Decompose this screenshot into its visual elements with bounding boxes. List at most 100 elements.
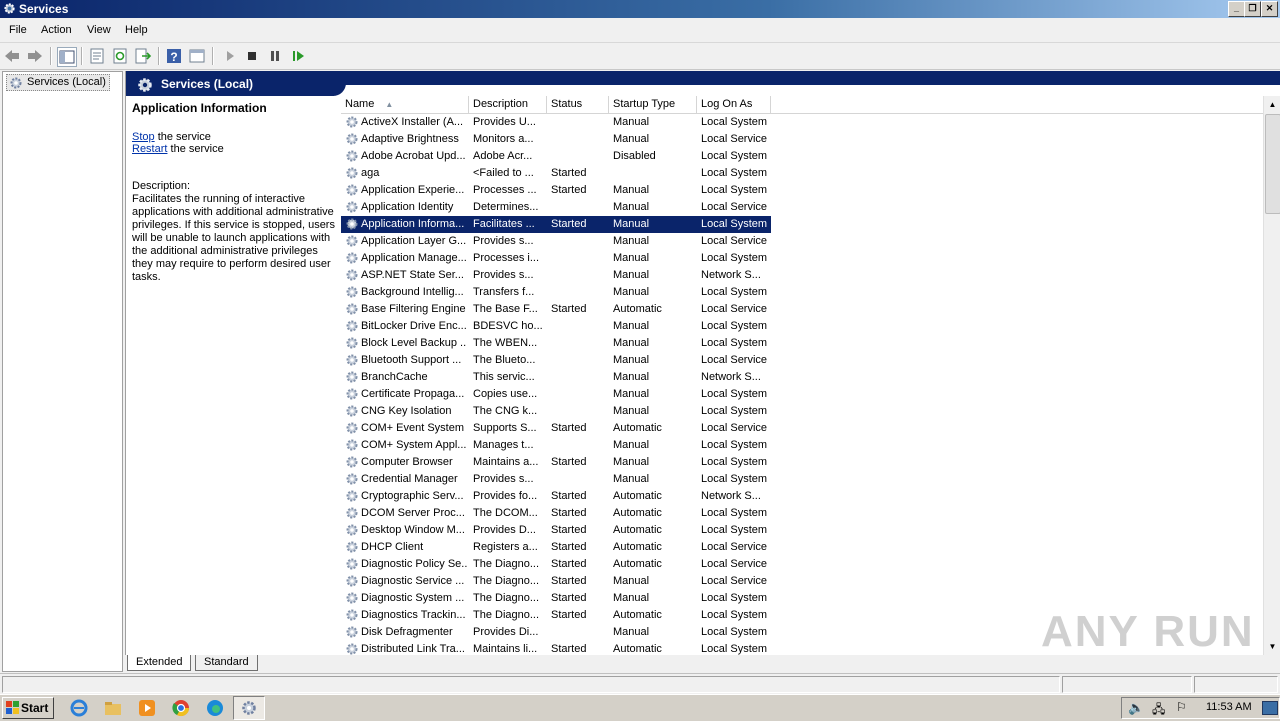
- show-hide-console-tree-icon[interactable]: [57, 47, 77, 67]
- cell-name: Disk Defragmenter: [361, 626, 453, 638]
- status-panel-2: [1062, 676, 1192, 693]
- service-gear-icon: [346, 626, 358, 638]
- service-row[interactable]: CNG Key Isolation The CNG k... Manual Local…: [341, 403, 771, 420]
- vertical-scrollbar[interactable]: ▲ ▼: [1263, 96, 1280, 655]
- restart-service-link[interactable]: Restart: [132, 143, 167, 155]
- taskbar-services-button[interactable]: [233, 696, 265, 720]
- cell-startup: Automatic: [613, 643, 662, 655]
- show-desktop-icon[interactable]: [1262, 701, 1278, 715]
- file-explorer-icon[interactable]: [104, 699, 122, 717]
- service-row[interactable]: Application Layer G... Provides s... Manua…: [341, 233, 771, 250]
- cell-name: Block Level Backup ...: [361, 337, 467, 349]
- service-row[interactable]: Disk Defragmenter Provides Di... Manual Loc…: [341, 624, 771, 641]
- start-service-icon[interactable]: [221, 47, 239, 65]
- service-row[interactable]: DHCP Client Registers a... Started Automati…: [341, 539, 771, 556]
- service-row[interactable]: Diagnostic System ... The Diagno... Starte…: [341, 590, 771, 607]
- service-row[interactable]: Background Intellig... Transfers f... Manu…: [341, 284, 771, 301]
- refresh-icon[interactable]: [111, 47, 129, 65]
- stop-service-link[interactable]: Stop: [132, 131, 155, 143]
- service-gear-icon: [346, 201, 358, 213]
- cell-desc: The Base F...: [473, 303, 538, 315]
- service-row[interactable]: Desktop Window M... Provides D... Started A…: [341, 522, 771, 539]
- service-row[interactable]: Adobe Acrobat Upd... Adobe Acr... Disabled…: [341, 148, 771, 165]
- export-list-icon[interactable]: [134, 47, 152, 65]
- show-hide-action-pane-icon[interactable]: [188, 47, 206, 65]
- column-header-log-on-as[interactable]: Log On As: [697, 96, 771, 113]
- minimize-button[interactable]: _: [1228, 1, 1245, 17]
- service-row[interactable]: Block Level Backup ... The WBEN... Manual L…: [341, 335, 771, 352]
- tree-node-services-local[interactable]: Services (Local): [6, 74, 110, 91]
- service-row[interactable]: Application Identity Determines... Manual L…: [341, 199, 771, 216]
- cell-status: Started: [551, 422, 587, 434]
- menu-view[interactable]: View: [87, 24, 111, 36]
- menu-help[interactable]: Help: [125, 24, 148, 36]
- service-row[interactable]: Bluetooth Support ... The Blueto... Manual…: [341, 352, 771, 369]
- media-player-icon[interactable]: [138, 699, 156, 717]
- service-row[interactable]: BitLocker Drive Enc... BDESVC ho... Manual…: [341, 318, 771, 335]
- service-row[interactable]: aga <Failed to ... Started Local System: [341, 165, 771, 182]
- service-row[interactable]: DCOM Server Proc... The DCOM... Started Aut…: [341, 505, 771, 522]
- cell-desc: Processes i...: [473, 252, 540, 264]
- service-row[interactable]: Distributed Link Tra... Maintains li... St…: [341, 641, 771, 655]
- start-button[interactable]: Start: [2, 697, 54, 719]
- edge-icon[interactable]: [206, 699, 224, 717]
- action-center-flag-icon[interactable]: ⚐: [1176, 700, 1187, 714]
- column-header-description[interactable]: Description: [469, 96, 547, 113]
- service-gear-icon: [346, 439, 358, 451]
- service-row[interactable]: ASP.NET State Ser... Provides s... Manual N…: [341, 267, 771, 284]
- cell-startup: Manual: [613, 337, 650, 349]
- scroll-up-arrow-icon[interactable]: ▲: [1264, 96, 1280, 113]
- forward-arrow-icon[interactable]: [26, 47, 44, 65]
- tree-node-label: Services (Local): [27, 76, 106, 88]
- pause-service-icon[interactable]: [266, 47, 284, 65]
- service-row[interactable]: Diagnostic Service ... The Diagno... Start…: [341, 573, 771, 590]
- column-header-startup-type[interactable]: Startup Type: [609, 96, 697, 113]
- column-header-status[interactable]: Status: [547, 96, 609, 113]
- service-row[interactable]: Adaptive Brightness Monitors a... Manual Lo…: [341, 131, 771, 148]
- volume-icon[interactable]: 🔈: [1128, 700, 1144, 716]
- service-row[interactable]: Diagnostic Policy Se... The Diagno... Star…: [341, 556, 771, 573]
- column-header-name[interactable]: Name ▲: [341, 96, 469, 113]
- restart-service-line: Restart the service: [132, 143, 338, 155]
- service-row[interactable]: Base Filtering Engine The Base F... Starte…: [341, 301, 771, 318]
- back-arrow-icon[interactable]: [3, 47, 21, 65]
- service-row[interactable]: Computer Browser Maintains a... Started Man…: [341, 454, 771, 471]
- scroll-down-arrow-icon[interactable]: ▼: [1264, 638, 1280, 655]
- services-list[interactable]: Name ▲ Description Status Startup Type L…: [341, 96, 1266, 655]
- menu-file[interactable]: File: [9, 24, 27, 36]
- cell-desc: The Diagno...: [473, 609, 540, 621]
- menu-action[interactable]: Action: [41, 24, 72, 36]
- cell-startup: Automatic: [613, 490, 662, 502]
- close-button[interactable]: ✕: [1261, 1, 1278, 17]
- cell-startup: Manual: [613, 116, 650, 128]
- taskbar-clock[interactable]: 11:53 AM: [1206, 701, 1252, 713]
- scrollbar-thumb[interactable]: [1265, 114, 1280, 214]
- network-icon[interactable]: 🖧: [1152, 700, 1165, 721]
- cell-name: Diagnostics Trackin...: [361, 609, 466, 621]
- service-row[interactable]: ActiveX Installer (A... Provides U... Manu…: [341, 114, 771, 131]
- properties-icon[interactable]: [88, 47, 106, 65]
- service-row[interactable]: COM+ Event System Supports S... Started Aut…: [341, 420, 771, 437]
- service-row[interactable]: Credential Manager Provides s... Manual Loc…: [341, 471, 771, 488]
- cell-name: Adaptive Brightness: [361, 133, 459, 145]
- stop-service-icon[interactable]: [243, 47, 261, 65]
- service-row[interactable]: Cryptographic Serv... Provides fo... Start…: [341, 488, 771, 505]
- cell-desc: Provides s...: [473, 473, 534, 485]
- tab-standard[interactable]: Standard: [195, 655, 258, 671]
- tab-extended[interactable]: Extended: [127, 655, 192, 671]
- internet-explorer-icon[interactable]: [70, 699, 88, 717]
- cell-name: Cryptographic Serv...: [361, 490, 464, 502]
- service-row[interactable]: Application Manage... Processes i... Manua…: [341, 250, 771, 267]
- restart-service-icon[interactable]: [289, 47, 307, 65]
- service-row[interactable]: Diagnostics Trackin... The Diagno... Start…: [341, 607, 771, 624]
- service-gear-icon: [346, 388, 358, 400]
- service-row-selected[interactable]: Application Informa... Facilitates ... Sta…: [341, 216, 771, 233]
- service-row[interactable]: Application Experie... Processes ... Start…: [341, 182, 771, 199]
- help-icon[interactable]: ?: [165, 47, 183, 65]
- selected-service-name: Application Information: [132, 101, 267, 115]
- service-row[interactable]: BranchCache This servic... Manual Network S…: [341, 369, 771, 386]
- service-row[interactable]: COM+ System Appl... Manages t... Manual Loc…: [341, 437, 771, 454]
- restore-button[interactable]: ❐: [1244, 1, 1261, 17]
- service-row[interactable]: Certificate Propaga... Copies use... Manua…: [341, 386, 771, 403]
- chrome-icon[interactable]: [172, 699, 190, 717]
